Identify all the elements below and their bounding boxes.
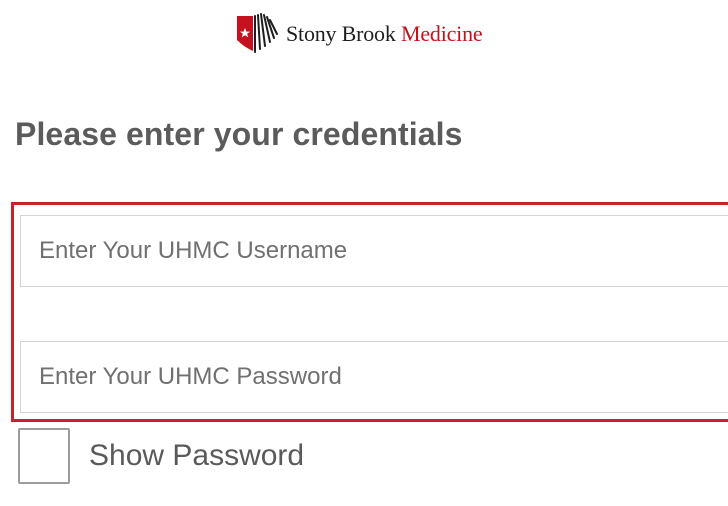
password-input[interactable] — [21, 342, 728, 412]
show-password-checkbox[interactable] — [18, 428, 70, 484]
brand-name: Stony Brook Medicine — [286, 21, 483, 47]
brand-logo: Stony Brook Medicine — [233, 11, 483, 57]
username-field-container — [20, 215, 728, 287]
brand-name-accent: Medicine — [400, 21, 483, 46]
show-password-toggle[interactable]: Show Password — [18, 428, 304, 484]
show-password-label: Show Password — [89, 439, 305, 472]
password-field-container — [20, 341, 728, 413]
stony-brook-shield-icon — [237, 13, 278, 53]
brand-name-primary: Stony Brook — [286, 21, 396, 46]
page-title: Please enter your credentials — [15, 116, 463, 152]
credentials-highlight-box — [11, 202, 728, 422]
username-input[interactable] — [21, 216, 728, 286]
